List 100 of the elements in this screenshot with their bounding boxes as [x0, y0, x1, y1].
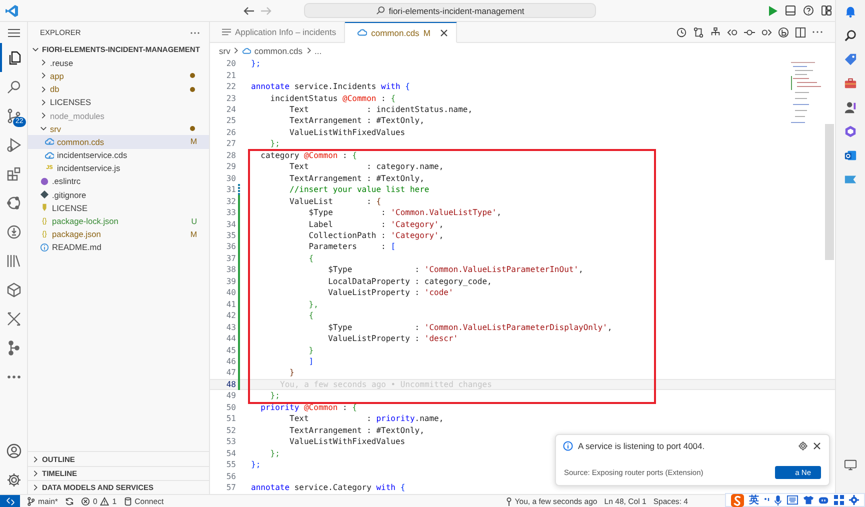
breadcrumb-item[interactable]: common.cds [242, 46, 303, 56]
ribbon-icon[interactable] [844, 173, 857, 186]
line-number: 23 [225, 94, 236, 103]
split-editor-icon[interactable] [795, 26, 806, 38]
settings-icon[interactable] [6, 472, 22, 488]
mail-icon[interactable] [844, 149, 857, 162]
line-number: 45 [225, 346, 236, 355]
layout-grid-icon[interactable] [821, 5, 832, 16]
code-line: annotate service.Category with { [251, 482, 406, 492]
close-icon[interactable] [440, 28, 448, 36]
editor-tab[interactable]: common.cds M [345, 22, 458, 43]
line-number: 52 [225, 426, 236, 435]
next-change-icon[interactable] [761, 26, 772, 38]
ring-icon[interactable] [844, 125, 857, 138]
line-number: 48 [225, 380, 236, 389]
search-icon[interactable] [844, 29, 857, 42]
line-number: 28 [225, 150, 236, 160]
line-number: 36 [225, 242, 236, 252]
line-number: 29 [225, 162, 236, 172]
notification-message: A service is listening to port 4004. [578, 441, 706, 451]
close-icon[interactable] [813, 442, 821, 450]
breadcrumb-item[interactable]: ... [314, 46, 322, 56]
remote-icon [6, 496, 14, 506]
database-icon [124, 496, 132, 506]
file-tree-item[interactable]: incidentservice.cds [28, 148, 209, 162]
more-icon[interactable] [190, 30, 200, 34]
line-number: 33 [225, 208, 236, 218]
cube-icon[interactable] [6, 282, 22, 298]
line-number: 51 [225, 414, 236, 424]
previous-change-icon[interactable] [727, 26, 738, 38]
nodes-icon[interactable] [6, 340, 22, 356]
account-icon[interactable] [6, 443, 22, 459]
robot-icon[interactable] [818, 495, 830, 505]
tools-icon[interactable] [6, 310, 22, 326]
sync-icon[interactable] [64, 496, 74, 506]
branch-icon[interactable] [6, 108, 22, 124]
keyboard-icon[interactable] [786, 495, 798, 505]
help-icon[interactable] [803, 5, 814, 16]
history-icon[interactable] [676, 26, 687, 38]
menu-icon[interactable] [8, 28, 20, 38]
line-number: 39 [225, 276, 236, 286]
file-tree-item[interactable]: .eslintrc [28, 174, 209, 188]
books-icon[interactable] [6, 252, 22, 268]
files-icon[interactable] [6, 50, 22, 66]
circle-b-icon[interactable] [778, 26, 789, 38]
grid-icon[interactable] [834, 495, 844, 505]
tag-icon[interactable] [844, 53, 857, 66]
file-tree-item[interactable]: db [28, 82, 209, 96]
hierarchy-icon[interactable] [710, 26, 721, 38]
settings-icon[interactable] [798, 441, 808, 451]
line-number: 25 [225, 116, 236, 126]
line-number: 34 [225, 220, 236, 229]
line-number: 30 [225, 174, 236, 183]
run-icon[interactable] [6, 136, 22, 152]
code-line: }; [269, 391, 280, 400]
line-number: 47 [225, 368, 236, 378]
input-language-toggle[interactable]: 英 [748, 493, 759, 507]
person-icon[interactable] [844, 101, 857, 114]
code-line: { [308, 254, 314, 263]
breadcrumb-item[interactable]: srv [219, 46, 230, 56]
command-center-field[interactable]: fiori-elements-incident-management [304, 3, 596, 18]
app-logo-icon [5, 4, 19, 18]
compare-icon[interactable] [693, 26, 704, 38]
gear-icon[interactable] [848, 495, 859, 505]
file-tree-item[interactable]: LICENSES [28, 96, 209, 109]
screen-icon[interactable] [844, 459, 857, 471]
code-line: priority @Common : { [260, 402, 357, 412]
code-line: $Type : 'Common.ValueListParameterDisplayOnly', [327, 322, 612, 332]
scrollbar-thumb[interactable] [825, 124, 834, 260]
file-tree-item[interactable]: srv [28, 122, 209, 136]
file-tree-item[interactable]: .gitignore [28, 188, 209, 202]
file-tree-item[interactable]: LICENSE [28, 201, 209, 214]
code-line: ValueListProperty : 'code' [327, 288, 454, 298]
file-tree-item[interactable]: app [28, 69, 209, 83]
line-number: 41 [225, 300, 236, 309]
file-tree-item[interactable]: README.md [28, 240, 209, 254]
remote-button[interactable] [0, 495, 20, 507]
file-tree-item[interactable]: common.cds M [28, 135, 209, 148]
panel-layout-icon[interactable] [785, 5, 796, 16]
bell-icon[interactable] [844, 5, 857, 18]
run-icon[interactable] [768, 6, 778, 16]
code-line: } [288, 368, 294, 378]
chevron-icon [306, 47, 312, 54]
shirt-icon[interactable] [802, 495, 814, 505]
search-icon[interactable] [6, 78, 22, 94]
code-line: }; [251, 460, 261, 470]
microphone-icon[interactable] [774, 494, 782, 506]
blocks-icon[interactable] [6, 166, 22, 182]
code-line: Text : incidentStatus.name, [288, 105, 473, 114]
file-tree-item[interactable]: .reuse [28, 56, 209, 70]
line-number: 57 [225, 482, 236, 492]
diamond-icon [40, 190, 49, 200]
input-method-logo-icon[interactable] [731, 494, 744, 506]
line-number: 44 [225, 334, 236, 344]
more-icon[interactable] [812, 30, 823, 34]
code-line: { [308, 311, 314, 320]
ring-icon[interactable] [6, 194, 22, 210]
code-line: TextArrangement : #TextOnly, [288, 174, 424, 183]
briefcase-icon[interactable] [844, 77, 857, 90]
back-icon[interactable] [243, 6, 255, 16]
